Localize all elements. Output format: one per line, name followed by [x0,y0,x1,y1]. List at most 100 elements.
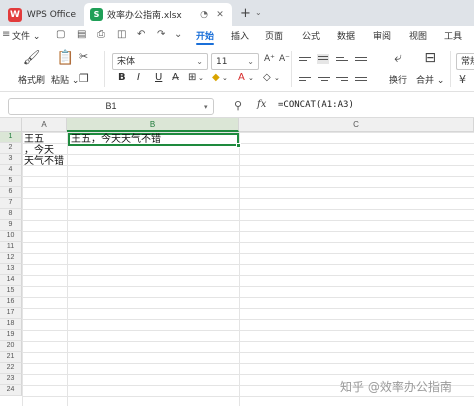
undo-icon[interactable]: ↶ [137,29,145,40]
row-header[interactable]: 16 [0,297,22,308]
watermark: 知乎 @效率办公指南 [340,380,452,394]
copy-icon[interactable]: ❐ [79,72,89,85]
ribbon-separator [104,51,105,87]
font-name-select[interactable]: 宋体 ⌄ [112,53,208,70]
pin-icon[interactable]: ◔ [198,10,210,20]
align-right-icon[interactable] [336,75,348,85]
number-format-select[interactable]: 常规 [456,53,474,70]
redo-icon[interactable]: ↷ [157,29,165,40]
export-pdf-icon[interactable]: ▤ [77,29,86,40]
chevron-down-icon[interactable]: ⌄ [198,74,204,82]
row-header[interactable]: 17 [0,308,22,319]
cut-icon[interactable]: ✂ [79,50,88,63]
indent-icon[interactable] [355,55,367,65]
row-header[interactable]: 12 [0,253,22,264]
format-painter-button[interactable]: 🖌 格式刷 [18,49,45,86]
tab-document[interactable]: S 效率办公指南.xlsx ◔ ✕ [84,3,232,26]
row-header[interactable]: 23 [0,374,22,385]
save-icon[interactable]: ▢ [56,29,65,40]
bold-button[interactable]: B [118,72,126,83]
tab-wps-office[interactable]: W WPS Office [2,3,82,26]
formula-input[interactable]: =CONCAT(A1:A3) [278,100,354,110]
menu-hamburger-icon[interactable]: ≡ [2,29,10,40]
row-header[interactable]: 20 [0,341,22,352]
align-bottom-icon[interactable] [336,55,348,65]
currency-icon[interactable]: ¥ [459,73,466,86]
quick-access-chevron-icon[interactable]: ⌄ [174,29,182,40]
row-header[interactable]: 21 [0,352,22,363]
underline-button[interactable]: U [155,72,162,83]
row-header[interactable]: 10 [0,231,22,242]
font-size-select[interactable]: 11 ⌄ [211,53,259,70]
align-middle-icon[interactable] [317,54,329,64]
menu-file[interactable]: 文件 ⌄ [12,29,40,42]
print-icon[interactable]: ⎙ [97,29,105,40]
chevron-down-icon[interactable]: ⌄ [222,74,228,82]
row-header[interactable]: 8 [0,209,22,220]
ribbon-separator [291,51,292,87]
column-header-a[interactable]: A [22,118,67,132]
tab-list-chevron-icon[interactable]: ⌄ [255,8,262,17]
row-header[interactable]: 6 [0,187,22,198]
align-top-icon[interactable] [299,55,311,65]
row-header[interactable]: 14 [0,275,22,286]
cell-b1-selected[interactable]: 王五，今天天气不错 [68,133,239,146]
row-header[interactable]: 18 [0,319,22,330]
italic-button[interactable]: I [137,72,140,83]
border-icon[interactable]: ⊞ [188,72,196,83]
tab-tools[interactable]: 工具 [444,29,462,42]
row-header[interactable]: 22 [0,363,22,374]
tab-formulas[interactable]: 公式 [302,29,320,42]
row-header[interactable]: 7 [0,198,22,209]
row-header[interactable]: 11 [0,242,22,253]
fill-color-icon[interactable]: ◆ [212,72,220,83]
row-header[interactable]: 15 [0,286,22,297]
tab-page[interactable]: 页面 [265,29,283,42]
tab-home[interactable]: 开始 [196,29,214,42]
chevron-down-icon: ⌄ [247,57,254,66]
select-all-corner[interactable] [0,118,22,132]
justify-icon[interactable] [355,75,367,85]
row-header[interactable]: 19 [0,330,22,341]
align-left-icon[interactable] [299,75,311,85]
row-header[interactable]: 13 [0,264,22,275]
ribbon-separator [450,51,451,87]
fill-handle[interactable] [236,143,241,148]
merge-cells-button[interactable]: ⊟ 合并 ⌄ [416,49,444,86]
column-header-c[interactable]: C [239,118,474,132]
grid-column-line [67,132,68,406]
column-header-b[interactable]: B [67,118,239,132]
tab-data[interactable]: 数据 [337,29,355,42]
close-tab-icon[interactable]: ✕ [214,10,226,20]
row-header[interactable]: 2 [0,143,22,154]
align-center-icon[interactable] [318,75,330,85]
name-box-chevron-icon[interactable]: ▾ [204,103,208,111]
tab-insert[interactable]: 插入 [231,29,249,42]
row-header[interactable]: 4 [0,165,22,176]
chevron-down-icon[interactable]: ⌄ [274,74,280,82]
cell-a1-content[interactable]: 王五 ，今天 天气不错 [24,134,64,167]
decrease-font-icon[interactable]: A⁻ [279,54,290,64]
clear-format-icon[interactable]: ◇ [263,72,271,83]
sheet-grid[interactable] [22,132,474,406]
row-header[interactable]: 24 [0,385,22,396]
name-box[interactable]: B1 [8,98,214,115]
new-tab-icon[interactable]: + [240,6,251,21]
row-header[interactable]: 5 [0,176,22,187]
strikethrough-icon[interactable]: A̶ [172,72,179,83]
row-header[interactable]: 9 [0,220,22,231]
tab-review[interactable]: 审阅 [373,29,391,42]
row-header[interactable]: 3 [0,154,22,165]
increase-font-icon[interactable]: A⁺ [264,54,275,64]
font-color-icon[interactable]: A [238,72,245,83]
row-header[interactable]: 1 [0,132,22,143]
merge-cells-label: 合并 ⌄ [416,76,445,86]
print-preview-icon[interactable]: ◫ [117,29,126,40]
tab-view[interactable]: 视图 [409,29,427,42]
paste-button[interactable]: 📋 粘贴 ⌄ [51,49,79,86]
chevron-down-icon[interactable]: ⌄ [248,74,254,82]
wrap-text-button[interactable]: ⤶ 换行 [389,49,407,86]
insert-function-icon[interactable]: fx [257,99,266,110]
chevron-down-icon: ⌄ [196,57,203,66]
zoom-search-icon[interactable]: ⚲ [234,99,242,112]
